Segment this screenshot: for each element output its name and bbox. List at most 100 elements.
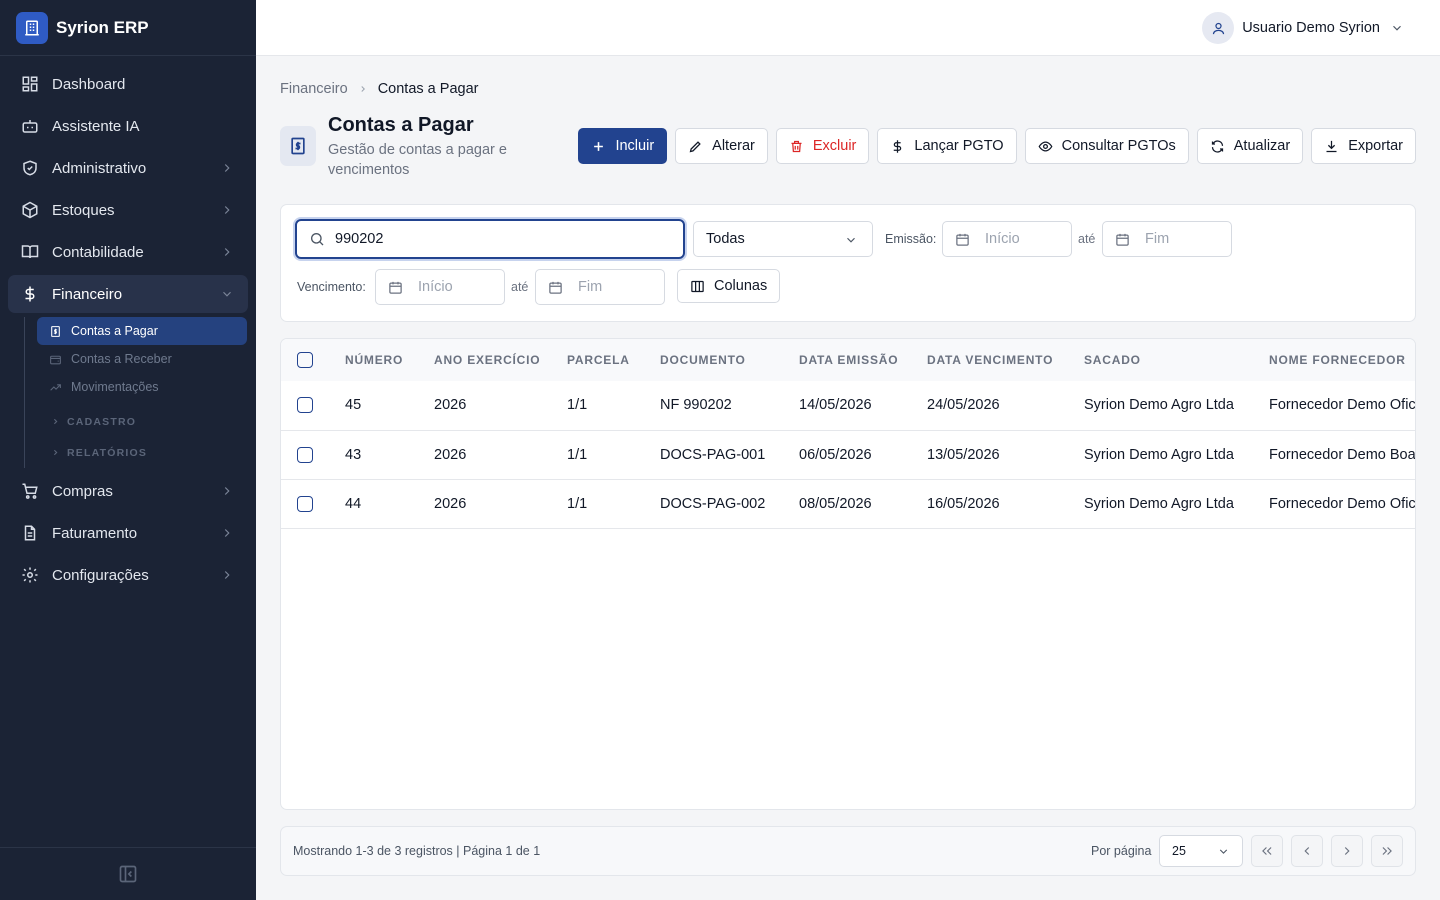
sidebar-item-compras[interactable]: Compras	[8, 472, 248, 510]
app-name: Syrion ERP	[56, 17, 149, 37]
sidebar-item-contabilidade[interactable]: Contabilidade	[8, 233, 248, 271]
chevron-right-icon	[224, 206, 230, 214]
breadcrumb-root[interactable]: Financeiro	[280, 81, 348, 97]
chevron-down-icon	[1219, 849, 1228, 854]
sidebar-item-label: Contabilidade	[52, 243, 144, 261]
row-select-cell	[281, 430, 345, 480]
atualizar-button[interactable]: Atualizar	[1196, 128, 1304, 164]
column-header[interactable]: DATA EMISSÃO	[799, 339, 927, 381]
consultar-pgtos-button[interactable]: Consultar PGTOs	[1024, 128, 1189, 164]
button-label: Alterar	[712, 138, 755, 154]
table-cell: 43	[345, 430, 434, 480]
collapse-sidebar-button[interactable]	[0, 847, 256, 900]
user-menu[interactable]: Usuario Demo Syrion	[1202, 12, 1404, 44]
column-header[interactable]: SACADO	[1084, 339, 1269, 381]
table-cell: Fornecedor Demo Boa	[1269, 430, 1415, 480]
chevron-right-icon	[224, 487, 230, 495]
alterar-button[interactable]: Alterar	[675, 128, 768, 164]
column-header[interactable]: NÚMERO	[345, 339, 434, 381]
row-checkbox[interactable]	[297, 495, 313, 512]
column-header[interactable]: DATA VENCIMENTO	[927, 339, 1084, 381]
search-box[interactable]	[295, 219, 685, 259]
box-icon	[20, 200, 40, 220]
table-cell: 2026	[434, 430, 567, 480]
table-cell: 2026	[434, 479, 567, 529]
excluir-button[interactable]: Excluir	[775, 128, 870, 164]
subnav-label: Movimentações	[71, 380, 159, 394]
column-header[interactable]: ANO EXERCÍCIO	[434, 339, 567, 381]
calendar-icon	[1115, 231, 1131, 247]
status-select[interactable]: Todas	[693, 221, 873, 257]
chevron-right-icon	[51, 417, 61, 427]
vencimento-inicio-field[interactable]: Início	[375, 269, 505, 305]
first-page-button[interactable]	[1251, 835, 1283, 867]
table-cell: 1/1	[567, 381, 660, 431]
dollar-icon	[890, 138, 906, 154]
sidebar-item-financeiro[interactable]: Financeiro	[8, 275, 248, 313]
sidebar-item-faturamento[interactable]: Faturamento	[8, 514, 248, 552]
table-row[interactable]: 45 2026 1/1 NF 990202 14/05/2026 24/05/2…	[281, 381, 1415, 431]
group-label: RELATÓRIOS	[67, 446, 148, 459]
refresh-icon	[1210, 138, 1226, 154]
chevron-right-icon	[361, 86, 365, 92]
search-input[interactable]	[335, 231, 635, 247]
exportar-button[interactable]: Exportar	[1311, 128, 1416, 164]
sidebar-item-estoques[interactable]: Estoques	[8, 191, 248, 229]
receipt-icon	[280, 126, 316, 166]
button-label: Incluir	[615, 138, 655, 154]
table-row[interactable]: 44 2026 1/1 DOCS-PAG-002 08/05/2026 16/0…	[281, 479, 1415, 529]
financeiro-subnav: Contas a Pagar Contas a Receber Moviment…	[24, 317, 256, 468]
last-page-button[interactable]	[1371, 835, 1403, 867]
row-checkbox[interactable]	[297, 397, 313, 414]
sidebar-item-administrativo[interactable]: Administrativo	[8, 149, 248, 187]
sidebar-item-configuracoes[interactable]: Configurações	[8, 556, 248, 594]
chevron-right-icon	[224, 571, 230, 579]
top-bar: Usuario Demo Syrion	[256, 0, 1440, 56]
eye-icon	[1038, 138, 1054, 154]
subnav-group-cadastro[interactable]: CADASTRO	[37, 406, 256, 437]
sidebar-item-assistente-ia[interactable]: Assistente IA	[8, 107, 248, 145]
incluir-button[interactable]: Incluir	[578, 128, 668, 164]
select-all-checkbox[interactable]	[297, 352, 313, 368]
sidebar-item-label: Faturamento	[52, 524, 138, 542]
table-cell: 1/1	[567, 479, 660, 529]
subnav-item-movimentacoes[interactable]: Movimentações	[37, 373, 256, 401]
prev-page-button[interactable]	[1291, 835, 1323, 867]
subnav-group-relatorios[interactable]: RELATÓRIOS	[37, 437, 256, 468]
next-page-button[interactable]	[1331, 835, 1363, 867]
subnav-item-contas-a-receber[interactable]: Contas a Receber	[37, 345, 256, 373]
row-select-cell	[281, 479, 345, 529]
table-cell: DOCS-PAG-001	[660, 430, 799, 480]
column-header[interactable]: DOCUMENTO	[660, 339, 799, 381]
gear-icon	[20, 565, 40, 585]
building-icon	[16, 11, 48, 44]
chevron-down-icon	[1393, 25, 1401, 31]
button-label: Atualizar	[1233, 138, 1291, 154]
vencimento-fim-field[interactable]: Fim	[535, 269, 665, 305]
dollar-icon	[20, 284, 40, 304]
table-cell: 14/05/2026	[799, 381, 927, 431]
emissao-fim-field[interactable]: Fim	[1102, 221, 1232, 257]
sidebar-item-dashboard[interactable]: Dashboard	[8, 65, 248, 103]
button-label: Excluir	[812, 138, 857, 154]
brand[interactable]: Syrion ERP	[0, 0, 256, 56]
column-header[interactable]: NOME FORNECEDOR	[1269, 339, 1415, 381]
per-page-select[interactable]: 25	[1159, 835, 1243, 867]
table-cell: 45	[345, 381, 434, 431]
column-header[interactable]: PARCELA	[567, 339, 660, 381]
table-row[interactable]: 43 2026 1/1 DOCS-PAG-001 06/05/2026 13/0…	[281, 430, 1415, 480]
plus-icon	[591, 138, 607, 154]
row-checkbox[interactable]	[297, 446, 313, 463]
colunas-button[interactable]: Colunas	[677, 269, 781, 303]
lancar-pgto-button[interactable]: Lançar PGTO	[877, 128, 1017, 164]
sidebar-item-label: Configurações	[52, 566, 149, 584]
wallet-icon	[49, 352, 63, 366]
table-cell: Syrion Demo Agro Ltda	[1084, 430, 1269, 480]
emissao-inicio-field[interactable]: Início	[942, 221, 1072, 257]
chevron-right-icon	[51, 448, 61, 458]
select-all-cell	[281, 339, 345, 381]
group-label: CADASTRO	[67, 415, 137, 428]
sidebar-item-label: Assistente IA	[52, 117, 140, 135]
bot-icon	[20, 116, 40, 136]
subnav-item-contas-a-pagar[interactable]: Contas a Pagar	[37, 317, 247, 345]
